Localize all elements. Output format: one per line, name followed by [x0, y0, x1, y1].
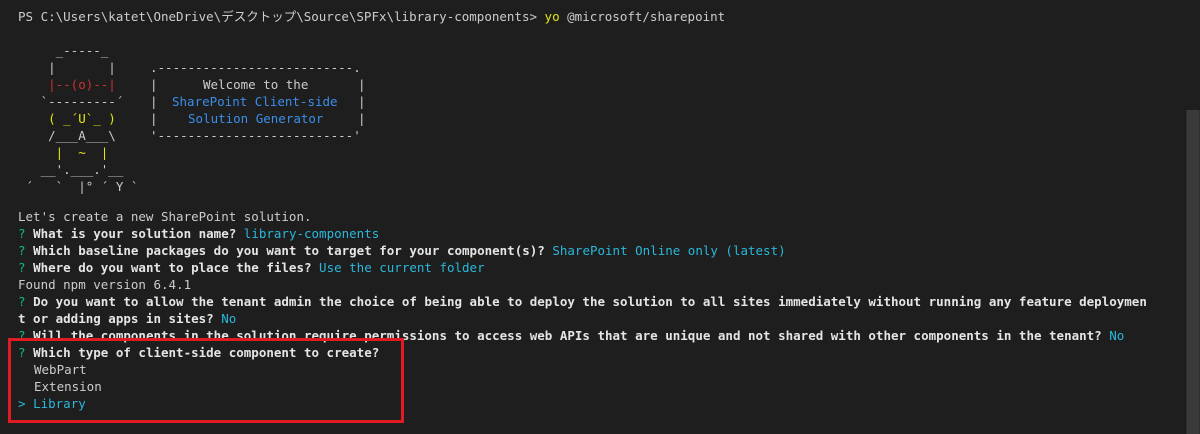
answer-solution-name: library-components — [243, 226, 380, 241]
welcome-box-right-1: | — [358, 77, 366, 92]
answer-tenant-deploy: No — [221, 311, 237, 326]
welcome-generator: Solution Generator — [188, 111, 324, 126]
answer-baseline-packages: SharePoint Online only (latest) — [552, 243, 786, 258]
welcome-box-left-1: | — [150, 77, 158, 92]
command-name: yo — [544, 9, 560, 24]
welcome-box-left-3: | — [150, 111, 158, 126]
welcome-title: Welcome to the — [203, 77, 309, 92]
welcome-box-right-3: | — [358, 111, 366, 126]
answer-web-api-permissions: No — [1109, 328, 1125, 343]
question-tenant-deploy: ? Do you want to allow the tenant admin … — [18, 294, 1147, 309]
art-line-3: `---------´ — [18, 94, 124, 109]
intro-text: Let's create a new SharePoint solution. — [18, 209, 312, 224]
question-tenant-deploy-cont: t or adding apps in sites? No — [18, 311, 237, 326]
art-line-0: _-----_ — [18, 43, 109, 58]
question-baseline-packages: ? Which baseline packages do you want to… — [18, 243, 786, 258]
terminal-window[interactable]: PS C:\Users\katet\OneDrive\デスクトップ\Source… — [0, 0, 1200, 434]
welcome-box-right-2: | — [358, 94, 366, 109]
welcome-box-top: .--------------------------. — [150, 60, 361, 75]
scrollbar-thumb[interactable] — [1187, 110, 1199, 434]
prompt-path: PS C:\Users\katet\OneDrive\デスクトップ\Source… — [18, 9, 545, 24]
art-line-2: |--(o)--| — [18, 77, 116, 92]
art-line-5: /___A___\ — [18, 128, 116, 143]
art-line-7: __'.___.'__ — [18, 162, 124, 177]
art-line-6: | ~ | — [18, 145, 109, 160]
art-line-8: ´ ` |° ´ Y ` — [18, 179, 139, 194]
welcome-product: SharePoint Client-side — [172, 94, 338, 109]
question-file-location: ? Where do you want to place the files? … — [18, 260, 485, 275]
welcome-box-left-2: | — [150, 94, 158, 109]
npm-version-text: Found npm version 6.4.1 — [18, 277, 192, 292]
command-args: @microsoft/sharepoint — [567, 9, 726, 24]
art-line-4: ( _´U`_ ) — [18, 111, 116, 126]
question-solution-name: ? What is your solution name? library-co… — [18, 226, 380, 241]
command-line: PS C:\Users\katet\OneDrive\デスクトップ\Source… — [18, 8, 725, 25]
art-line-1: | | — [18, 60, 116, 75]
answer-file-location: Use the current folder — [319, 260, 485, 275]
highlight-box — [8, 338, 404, 423]
welcome-box-bottom: '--------------------------' — [150, 128, 361, 143]
